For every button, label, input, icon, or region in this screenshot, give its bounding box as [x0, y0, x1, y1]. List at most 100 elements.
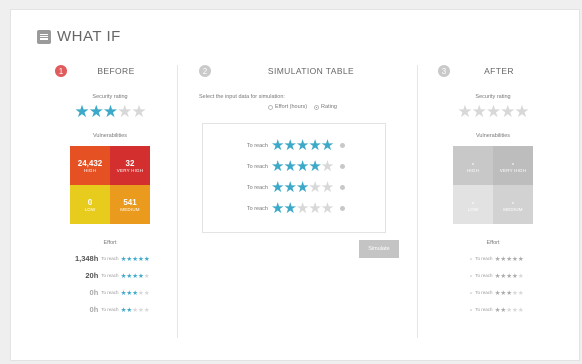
vuln-medium-value: 541	[123, 197, 137, 207]
star-empty-icon: ★	[143, 272, 150, 280]
star-empty-icon: ★	[320, 158, 334, 175]
star-icon: ★★★★★	[494, 255, 524, 263]
simulation-row: To reach ★★★★★	[203, 177, 385, 198]
effort-value: 0h	[89, 288, 99, 297]
star-filled-icon: ★★★★	[271, 158, 322, 175]
effort-row: 0h To reach ★★★★★	[55, 301, 165, 318]
vuln-low-value: -	[471, 197, 475, 207]
star-filled-icon: ★★★★	[120, 272, 144, 280]
vuln-medium-value: -	[511, 197, 515, 207]
to-reach-label: To reach	[246, 163, 268, 170]
vuln-high-cell[interactable]: 24,432 HIGH	[70, 146, 110, 185]
to-reach-label: To reach	[475, 307, 493, 312]
vuln-low-value: 0	[87, 197, 93, 207]
effort-value: 0h	[89, 305, 99, 314]
effort-list: 1,348h To reach ★★★★★ 20h To reach ★★★★★…	[55, 250, 165, 318]
vuln-medium-cell[interactable]: 541 MEDIUM	[110, 185, 150, 224]
star-filled-icon: ★★	[120, 306, 133, 314]
vuln-medium-label: MEDIUM	[120, 206, 140, 212]
vuln-low-cell: - LOW	[453, 185, 493, 224]
radio-effort[interactable]	[268, 104, 274, 110]
effort-value: 20h	[85, 271, 99, 280]
vuln-high-cell: - HIGH	[453, 146, 493, 185]
vuln-low-label: LOW	[467, 206, 479, 212]
before-column: 1 BEFORE Security rating ★★★★★ Vulnerabi…	[55, 63, 165, 318]
effort-label: Effort	[103, 240, 117, 246]
row-radio[interactable]	[340, 143, 346, 148]
star-icon: ★★★★	[494, 272, 518, 280]
radio-rating[interactable]	[314, 104, 320, 110]
after-header: 3 AFTER	[438, 63, 548, 79]
simulation-table: To reach ★★★★★ To reach ★★★★★ To reach ★…	[202, 123, 386, 233]
vulnerability-grid: - HIGH - VERY HIGH - LOW - MEDIUM	[453, 146, 533, 224]
star-filled-icon: ★★★	[74, 102, 118, 121]
step-3-badge: 3	[438, 65, 450, 77]
simulation-row: To reach ★★★★★	[203, 135, 385, 156]
to-reach-label: To reach	[101, 290, 119, 295]
effort-value: -	[469, 271, 473, 280]
to-reach-label: To reach	[246, 142, 268, 149]
simulation-row: To reach ★★★★★	[203, 198, 385, 219]
vulnerabilities-label: Vulnerabilities	[475, 133, 511, 139]
security-rating-stars: ★★★★★	[438, 103, 548, 120]
before-title: BEFORE	[97, 66, 135, 76]
effort-value: -	[469, 288, 473, 297]
vuln-high-value: 24,432	[77, 158, 103, 168]
vuln-high-value: -	[471, 158, 475, 168]
row-radio[interactable]	[340, 206, 346, 211]
radio-rating-label[interactable]: Rating	[321, 104, 337, 110]
to-reach-label: To reach	[246, 205, 268, 212]
vuln-low-cell[interactable]: 0 LOW	[70, 185, 110, 224]
star-empty-icon: ★	[517, 272, 524, 280]
title-text: WHAT IF	[57, 28, 121, 45]
to-reach-label: To reach	[101, 307, 119, 312]
vuln-very-high-label: VERY HIGH	[116, 167, 144, 173]
row-radio[interactable]	[340, 185, 346, 190]
star-filled-icon: ★★★	[120, 289, 139, 297]
star-filled-icon: ★★★★★	[120, 255, 150, 263]
effort-list: - To reach ★★★★★ - To reach ★★★★★ - To r…	[438, 250, 548, 318]
row-radio[interactable]	[340, 164, 346, 169]
effort-row: 20h To reach ★★★★★	[55, 267, 165, 284]
vulnerabilities-label: Vulnerabilities	[92, 133, 128, 139]
star-empty-icon: ★★	[512, 289, 524, 297]
effort-row: - To reach ★★★★★	[438, 301, 548, 318]
simulation-title: SIMULATION TABLE	[267, 66, 355, 76]
vuln-high-label: HIGH	[466, 167, 480, 173]
menu-icon[interactable]	[37, 29, 51, 44]
step-2-badge: 2	[199, 65, 211, 77]
column-divider	[417, 65, 418, 338]
vulnerability-grid: 24,432 HIGH 32 VERY HIGH 0 LOW 541 MEDIU…	[70, 146, 150, 224]
after-title: AFTER	[484, 66, 514, 76]
simulation-column: 2 SIMULATION TABLE Select the input data…	[187, 63, 411, 258]
vuln-low-label: LOW	[84, 206, 96, 212]
vuln-very-high-label: VERY HIGH	[499, 167, 527, 173]
after-column: 3 AFTER Security rating ★★★★★ Vulnerabil…	[438, 63, 548, 318]
security-rating-label: Security rating	[92, 94, 128, 100]
star-empty-icon: ★★	[117, 102, 147, 121]
vuln-medium-label: MEDIUM	[503, 206, 523, 212]
vuln-medium-cell: - MEDIUM	[493, 185, 533, 224]
vuln-very-high-cell[interactable]: 32 VERY HIGH	[110, 146, 150, 185]
radio-effort-label[interactable]: Effort (hours)	[275, 104, 307, 110]
vuln-high-label: HIGH	[83, 167, 97, 173]
effort-row: - To reach ★★★★★	[438, 284, 548, 301]
effort-value: -	[469, 254, 473, 263]
simulate-button[interactable]: Simulate	[359, 240, 399, 258]
column-divider	[177, 65, 178, 338]
vuln-very-high-value: 32	[125, 158, 135, 168]
input-type-radio-group: Effort (hours) Rating	[187, 104, 411, 110]
page-title: WHAT IF	[37, 28, 121, 45]
star-empty-icon: ★★★	[506, 306, 524, 314]
to-reach-label: To reach	[475, 290, 493, 295]
star-icon: ★★★	[494, 289, 513, 297]
step-1-badge: 1	[55, 65, 67, 77]
effort-row: - To reach ★★★★★	[438, 267, 548, 284]
to-reach-label: To reach	[246, 184, 268, 191]
star-filled-icon: ★★	[271, 200, 297, 217]
vuln-very-high-cell: - VERY HIGH	[493, 146, 533, 185]
effort-value: 1,348h	[74, 254, 99, 263]
simulation-row: To reach ★★★★★	[203, 156, 385, 177]
to-reach-label: To reach	[101, 273, 119, 278]
star-empty-icon: ★★★★★	[457, 102, 529, 121]
